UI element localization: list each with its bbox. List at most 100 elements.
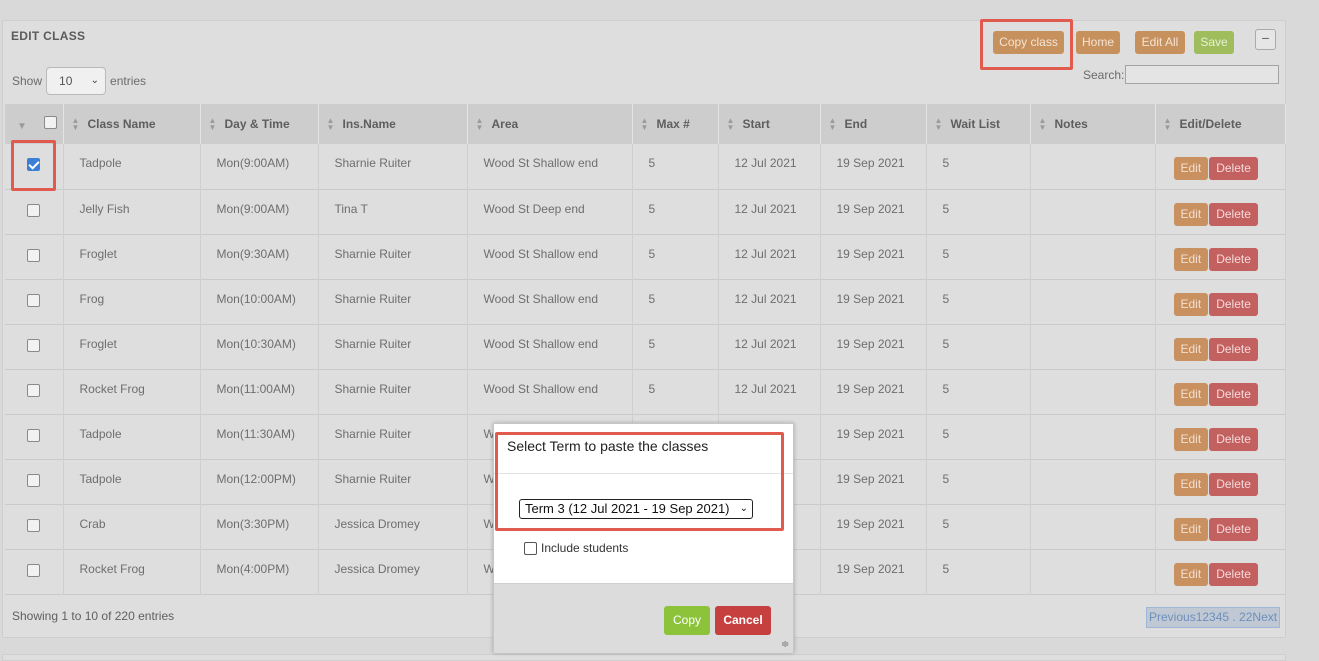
row-checkbox[interactable] (27, 428, 41, 442)
row-checkbox-cell (5, 144, 64, 189)
cell-ins-name: Sharnie Ruiter (318, 144, 468, 189)
table-info: Showing 1 to 10 of 220 entries (12, 609, 175, 623)
delete-button[interactable]: Delete (1209, 472, 1258, 496)
edit-button[interactable]: Edit (1173, 247, 1209, 271)
col-wait-list[interactable]: ▲ ▼ Wait List (926, 104, 1031, 144)
col-start[interactable]: ▲ ▼ Start (718, 104, 821, 144)
row-checkbox[interactable] (27, 338, 41, 352)
cell-end: 19 Sep 2021 (820, 504, 927, 549)
divider (494, 473, 793, 474)
row-checkbox[interactable] (27, 518, 41, 532)
cell-ins-name: Sharnie Ruiter (318, 324, 468, 369)
delete-button[interactable]: Delete (1209, 517, 1258, 541)
cell-day-time: Mon(3:30PM) (200, 504, 319, 549)
delete-button[interactable]: Delete (1209, 427, 1258, 451)
cell-notes (1030, 144, 1156, 189)
cell-class-name: Jelly Fish (63, 189, 201, 234)
delete-button[interactable]: Delete (1209, 292, 1258, 316)
cell-class-name: Rocket Frog (63, 549, 201, 594)
row-checkbox-cell (5, 504, 64, 549)
cell-notes (1030, 369, 1156, 414)
copy-class-button[interactable]: Copy class (993, 31, 1064, 54)
delete-button[interactable]: Delete (1209, 337, 1258, 361)
search-input[interactable] (1125, 65, 1280, 84)
cell-wait-list: 5 (926, 324, 1031, 369)
cell-wait-list: 5 (926, 234, 1031, 279)
cell-ins-name: Sharnie Ruiter (318, 369, 468, 414)
show-label: Show (12, 74, 43, 88)
edit-button[interactable]: Edit (1173, 202, 1209, 226)
row-checkbox[interactable] (27, 248, 41, 262)
row-actions: Edit Delete (1155, 279, 1286, 324)
col-notes[interactable]: ▲ ▼ Notes (1030, 104, 1156, 144)
col-end[interactable]: ▲ ▼ End (820, 104, 927, 144)
edit-button[interactable]: Edit (1173, 292, 1209, 316)
row-checkbox[interactable] (27, 563, 41, 577)
row-checkbox[interactable] (27, 293, 41, 307)
cell-class-name: Crab (63, 504, 201, 549)
edit-button[interactable]: Edit (1173, 337, 1209, 361)
row-checkbox[interactable] (27, 383, 41, 397)
col-max[interactable]: ▲ ▼ Max # (632, 104, 719, 144)
row-actions: Edit Delete (1155, 189, 1286, 234)
panel-title: EDIT CLASS (11, 29, 86, 43)
delete-button[interactable]: Delete (1209, 382, 1258, 406)
copy-button[interactable]: Copy (664, 606, 710, 635)
delete-button[interactable]: Delete (1209, 202, 1258, 226)
col-area[interactable]: ▲ ▼ Area (467, 104, 633, 144)
edit-button[interactable]: Edit (1173, 382, 1209, 406)
col-class-name[interactable]: ▲ ▼ Class Name (63, 104, 201, 144)
save-button[interactable]: Save (1194, 31, 1234, 54)
col-edit-delete[interactable]: ▲ ▼ Edit/Delete (1155, 104, 1286, 144)
edit-button[interactable]: Edit (1173, 472, 1209, 496)
cell-day-time: Mon(10:00AM) (200, 279, 319, 324)
cell-ins-name: Tina T (318, 189, 468, 234)
select-all-checkbox[interactable] (44, 116, 58, 129)
cell-wait-list: 5 (926, 414, 1031, 459)
row-actions: Edit Delete (1155, 369, 1286, 414)
edit-button[interactable]: Edit (1173, 427, 1209, 451)
delete-button[interactable]: Delete (1209, 247, 1258, 271)
row-actions: Edit Delete (1155, 549, 1286, 594)
cell-ins-name: Jessica Dromey (318, 549, 468, 594)
search-area: Search: (1083, 65, 1280, 84)
cell-class-name: Tadpole (63, 459, 201, 504)
pagination[interactable]: Previous12345 . 22Next (1146, 607, 1280, 628)
sort-desc-icon[interactable]: ▼ (17, 121, 27, 132)
row-actions: Edit Delete (1155, 324, 1286, 369)
edit-all-button[interactable]: Edit All (1135, 31, 1185, 54)
delete-button[interactable]: Delete (1209, 562, 1258, 586)
entries-label: entries (110, 74, 147, 88)
row-checkbox[interactable] (27, 158, 41, 171)
home-button[interactable]: Home (1076, 31, 1120, 54)
col-day-time[interactable]: ▲ ▼ Day & Time (200, 104, 319, 144)
edit-button[interactable]: Edit (1173, 517, 1209, 541)
copy-class-dialog: Select Term to paste the classes Term 3 … (493, 423, 794, 653)
row-checkbox[interactable] (27, 203, 41, 217)
edit-button[interactable]: Edit (1173, 562, 1209, 586)
cell-wait-list: 5 (926, 504, 1031, 549)
cell-end: 19 Sep 2021 (820, 279, 927, 324)
row-checkbox[interactable] (27, 473, 41, 487)
collapse-button[interactable]: − (1255, 29, 1276, 50)
row-checkbox-cell (5, 459, 64, 504)
cancel-button[interactable]: Cancel (715, 606, 771, 635)
term-select[interactable]: Term 3 (12 Jul 2021 - 19 Sep 2021) ⌄ (519, 499, 753, 519)
row-actions: Edit Delete (1155, 234, 1286, 279)
cell-start: 12 Jul 2021 (718, 279, 821, 324)
entries-select[interactable]: 10 ⌄ (46, 67, 107, 95)
sort-icon: ▲ ▼ (71, 116, 80, 133)
cell-class-name: Tadpole (63, 414, 201, 459)
cell-day-time: Mon(11:00AM) (200, 369, 319, 414)
chevron-down-icon: ⌄ (739, 503, 748, 514)
include-students-checkbox[interactable] (524, 541, 537, 555)
cell-notes (1030, 504, 1156, 549)
resize-grip-icon[interactable]: ≑ (781, 640, 791, 650)
delete-button[interactable]: Delete (1209, 157, 1258, 180)
cell-notes (1030, 549, 1156, 594)
search-label: Search: (1083, 67, 1125, 82)
table-row: Jelly Fish Mon(9:00AM) Tina T Wood St Deep … (5, 189, 1286, 234)
table-row: Frog Mon(10:00AM) Sharnie Ruiter Wood St Sh… (5, 279, 1286, 324)
col-ins-name[interactable]: ▲ ▼ Ins.Name (318, 104, 468, 144)
edit-button[interactable]: Edit (1173, 157, 1209, 180)
